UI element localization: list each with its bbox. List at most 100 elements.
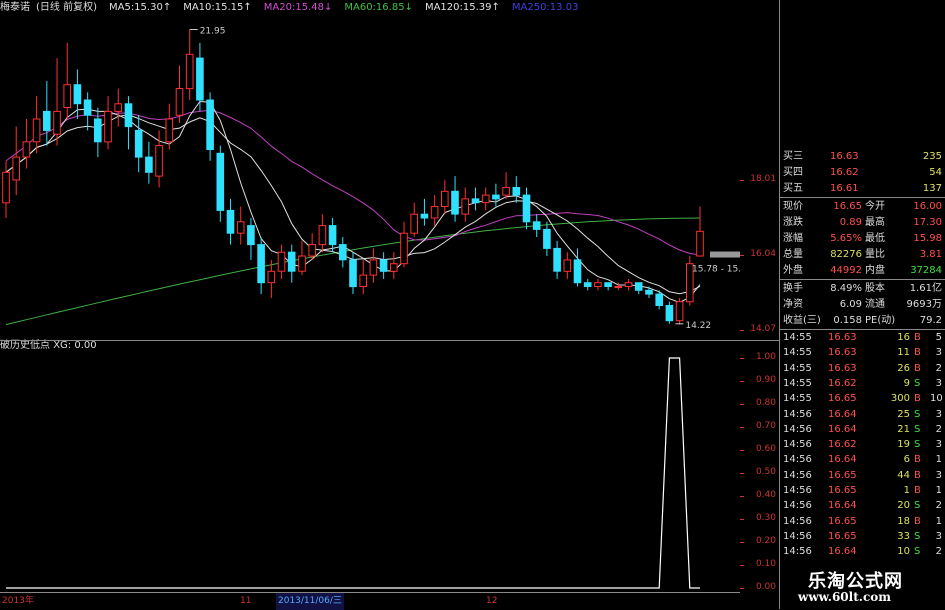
candle-body [502, 187, 510, 196]
candle-body [696, 230, 704, 257]
tick-time: 14:56 [783, 408, 812, 420]
candle-body [624, 282, 633, 288]
high-label: 21.95 [200, 27, 226, 37]
tick-price: 16.63 [828, 362, 857, 374]
indicator-tick: 0.20 [755, 536, 776, 546]
tick-volume: 11 [897, 347, 910, 359]
stat-label: 外盘 [783, 265, 803, 276]
bid-price: 16.62 [830, 167, 859, 178]
indicator-tick-mark [740, 381, 744, 382]
ma-legend-item: MA60:16.85↓ [344, 2, 413, 13]
trade-tick-row: 14:56 16.65 1 B 1 [780, 484, 945, 498]
indicator-tick: 0.90 [755, 375, 776, 385]
candle-body [441, 190, 449, 208]
stat-label: 现价 [783, 201, 803, 212]
candle-body [675, 301, 684, 322]
tick-side: S [914, 377, 921, 389]
tick-count: 3 [935, 347, 942, 359]
tick-time: 14:55 [783, 332, 812, 343]
tick-time: 14:56 [783, 439, 812, 451]
indicator-axis: 1.00 0.90 0.80 0.70 0.60 0.50 0.40 0.30 0.20 0.10… [740, 340, 780, 592]
tick-time: 14:55 [783, 362, 812, 374]
indicator-tick: 0.40 [755, 490, 776, 500]
candle-body [634, 282, 643, 291]
fundamental-row: 收益(三) 0.158 PE(动) 79.2 [780, 314, 945, 328]
tick-count: 3 [935, 408, 942, 420]
indicator-tick: 0.50 [755, 467, 776, 477]
indicator-name[interactable]: 破历史低点 [0, 340, 50, 351]
period-label[interactable]: (日线 前复权) [36, 2, 97, 13]
tick-side: S [914, 439, 921, 451]
tick-volume: 16 [897, 332, 910, 343]
stat-value: 17.30 [913, 217, 942, 228]
candle-body [390, 263, 398, 272]
panel-divider [780, 329, 945, 330]
tick-time: 14:56 [783, 485, 812, 496]
candle-body [43, 110, 51, 131]
date-tick: 12 [486, 596, 498, 606]
candle-body [124, 103, 133, 128]
candle-body [22, 141, 31, 158]
candle-body [236, 221, 245, 234]
candlestick-chart[interactable]: 21.95 14.22 15.78 - 15. [0, 16, 740, 340]
tick-time: 14:56 [783, 530, 812, 542]
date-cursor-label: 2013/11/06/三 [276, 593, 344, 610]
ma-legend-item: MA250:13.03 [511, 2, 579, 13]
fund-label: 流通 [865, 299, 885, 310]
price-tick: 16.04 [750, 248, 776, 259]
fund-label: 换手 [783, 283, 803, 294]
xg-signal-line [6, 357, 700, 589]
tick-volume: 10 [897, 546, 910, 558]
tick-count: 10 [930, 393, 943, 405]
indicator-tick: 1.00 [755, 352, 776, 362]
bid-row: 买四 16.62 54 [780, 166, 945, 180]
bid-price: 16.63 [830, 151, 859, 162]
stat-value: 3.81 [919, 249, 942, 260]
tick-side: B [914, 454, 921, 466]
tick-price: 16.64 [828, 423, 857, 435]
tick-side: B [914, 393, 921, 405]
tick-count: 1 [935, 515, 942, 527]
price-tick-mark [740, 329, 744, 331]
candle-body [553, 247, 561, 272]
tick-count: 2 [935, 500, 942, 512]
indicator-tick-mark [740, 542, 744, 543]
candle-body [134, 129, 143, 158]
tick-side: B [914, 515, 921, 527]
fund-value: 1.61亿 [909, 283, 942, 294]
indicator-tick: 0.00 [755, 582, 776, 592]
ma-legend-item: MA20:15.48↓ [263, 2, 333, 13]
tick-volume: 44 [897, 469, 910, 481]
candle-body [175, 88, 184, 116]
quote-panel: 买三 16.63 235 买四 16.62 54 买五 16.61 137 现价 16.65 今开 16… [780, 0, 945, 609]
candle-body [32, 118, 41, 143]
stat-label: 今开 [865, 201, 885, 212]
candle-body [645, 289, 653, 295]
tick-time: 14:55 [783, 347, 812, 359]
tick-volume: 21 [897, 423, 910, 435]
tick-price: 16.65 [828, 515, 857, 527]
tick-count: 3 [935, 469, 942, 481]
candle-body [665, 305, 674, 322]
candle-body [471, 198, 480, 204]
stat-row: 涨跌 0.89 最高 17.30 [780, 216, 945, 230]
candle-body [583, 282, 592, 288]
indicator-series-label: XG: 0.00 [53, 340, 97, 351]
stat-row: 涨幅 5.65% 最低 15.98 [780, 232, 945, 246]
indicator-tick-mark [740, 404, 744, 405]
bid-volume: 235 [922, 151, 942, 162]
bid-name: 买三 [783, 151, 803, 162]
watermark-url: www.60lt.com [798, 590, 891, 604]
trade-tick-row: 14:56 16.64 25 S 3 [780, 408, 945, 422]
candle-body [563, 259, 572, 272]
stock-name[interactable]: 梅泰诺 [0, 2, 30, 13]
indicator-chart[interactable] [0, 352, 740, 592]
tick-price: 16.65 [828, 469, 857, 481]
candle-body [604, 282, 612, 288]
stat-label: 量比 [865, 249, 885, 260]
candle-body [349, 259, 357, 288]
tick-volume: 300 [890, 393, 910, 405]
candle-body [614, 286, 623, 288]
candle-body [104, 110, 112, 143]
fund-label: PE(动) [865, 315, 896, 326]
